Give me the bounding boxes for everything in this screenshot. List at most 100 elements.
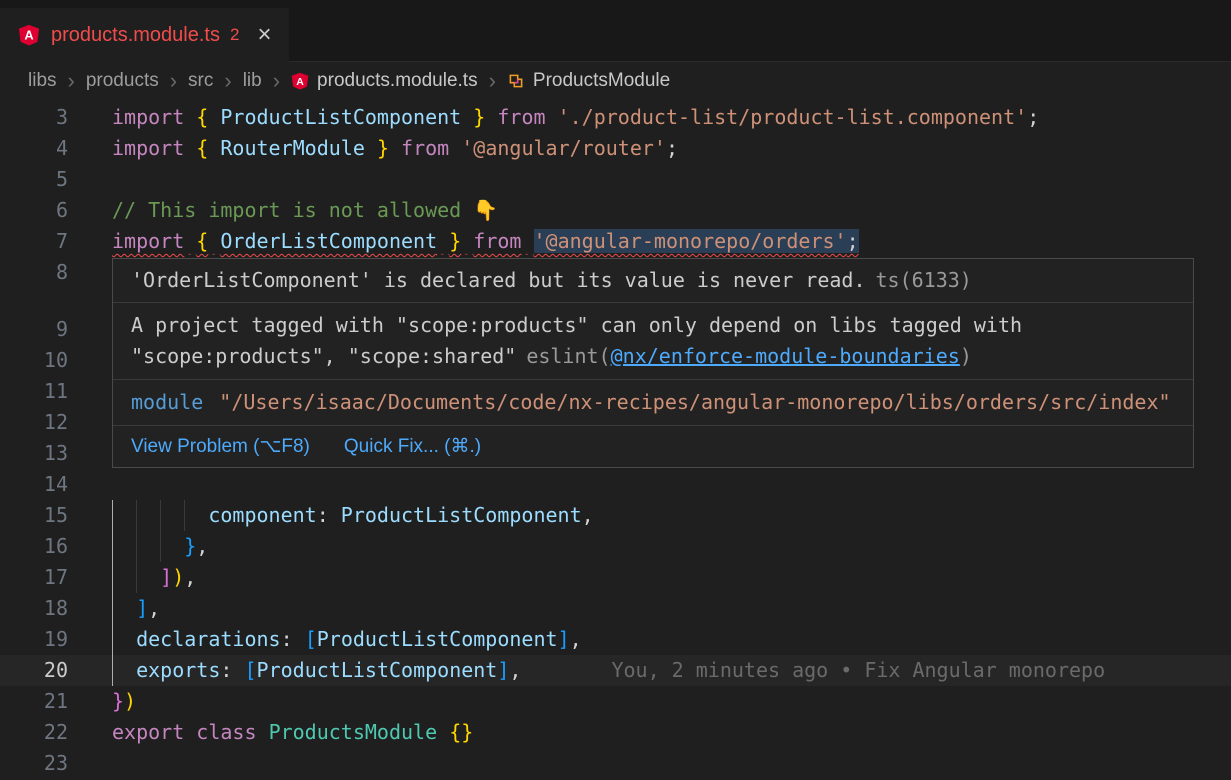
breadcrumb-item-products[interactable]: products xyxy=(86,70,159,92)
code-line[interactable]: 5 xyxy=(0,164,1231,195)
code-line[interactable]: 15 component: ProductListComponent, xyxy=(0,500,1231,531)
line-number[interactable]: 20 xyxy=(0,655,68,686)
line-number[interactable]: 22 xyxy=(0,717,68,748)
code-token: ) xyxy=(124,689,136,713)
code-token: , xyxy=(582,503,594,527)
indent-guide xyxy=(136,500,137,531)
line-number[interactable]: 13 xyxy=(0,438,68,469)
line-number[interactable]: 19 xyxy=(0,624,68,655)
line-number[interactable]: 21 xyxy=(0,686,68,717)
code-line[interactable]: 22export class ProductsModule {} xyxy=(0,717,1231,748)
chevron-right-icon: › xyxy=(224,70,231,92)
code-token: class xyxy=(196,720,256,744)
indent-guide xyxy=(112,531,113,562)
angular-icon: A xyxy=(18,24,40,46)
code-line[interactable]: 14 xyxy=(0,469,1231,500)
code-token: } xyxy=(184,534,196,558)
code-token: from xyxy=(497,105,545,129)
line-number[interactable]: 17 xyxy=(0,562,68,593)
code-token: ProductListComponent xyxy=(257,658,498,682)
code-token: from xyxy=(401,136,449,160)
breadcrumb-item-lib[interactable]: lib xyxy=(243,70,262,92)
code-line[interactable]: 7import { OrderListComponent } from '@an… xyxy=(0,226,1231,257)
module-info: module "/Users/isaac/Documents/code/nx-r… xyxy=(113,380,1193,426)
line-number[interactable]: 9 xyxy=(0,314,68,345)
code-token: 👇 xyxy=(473,198,498,222)
code-line-content: }, xyxy=(68,531,1231,562)
code-line-content: }) xyxy=(68,686,1231,717)
code-token: } xyxy=(377,136,389,160)
code-token xyxy=(112,596,136,620)
line-number[interactable]: 11 xyxy=(0,376,68,407)
code-line[interactable]: 16 }, xyxy=(0,531,1231,562)
breadcrumb-label: products xyxy=(86,70,159,92)
line-number[interactable]: 10 xyxy=(0,345,68,376)
hover-diagnostics-popup: 'OrderListComponent' is declared but its… xyxy=(112,258,1194,468)
line-number[interactable]: 14 xyxy=(0,469,68,500)
code-line[interactable]: 21}) xyxy=(0,686,1231,717)
line-number[interactable]: 3 xyxy=(0,102,68,133)
line-number[interactable]: 4 xyxy=(0,133,68,164)
hover-actions: View Problem (⌥F8) Quick Fix... (⌘.) xyxy=(113,426,1193,467)
code-line-content: import { ProductListComponent } from './… xyxy=(68,102,1231,133)
code-token: } xyxy=(473,105,485,129)
chevron-right-icon: › xyxy=(489,70,496,92)
code-token: { xyxy=(196,229,208,253)
line-number[interactable]: 8 xyxy=(0,257,68,288)
breadcrumb-item-symbol[interactable]: ProductsModule xyxy=(507,70,670,92)
code-token: ProductListComponent xyxy=(341,503,582,527)
code-token: { xyxy=(196,136,208,160)
eslint-source-suffix: ) xyxy=(960,344,972,368)
code-token: ] xyxy=(160,565,172,589)
code-line[interactable]: 17 ]), xyxy=(0,562,1231,593)
symbol-class-icon xyxy=(507,72,525,90)
eslint-diagnostic: A project tagged with "scope:products" c… xyxy=(113,303,1193,380)
code-line[interactable]: 19 declarations: [ProductListComponent], xyxy=(0,624,1231,655)
eslint-rule-link[interactable]: @nx/enforce-module-boundaries xyxy=(611,344,960,368)
line-number[interactable]: 12 xyxy=(0,407,68,438)
breadcrumb-label: products.module.ts xyxy=(317,70,478,92)
line-number[interactable]: 23 xyxy=(0,748,68,779)
chevron-right-icon: › xyxy=(273,70,280,92)
code-token xyxy=(112,658,136,682)
code-token: ] xyxy=(136,596,148,620)
code-token: , xyxy=(184,565,196,589)
quick-fix-action[interactable]: Quick Fix... (⌘.) xyxy=(344,431,481,462)
breadcrumb-item-file[interactable]: A products.module.ts xyxy=(291,70,478,92)
line-number[interactable]: 7 xyxy=(0,226,68,257)
code-token: : xyxy=(317,503,341,527)
code-token: RouterModule xyxy=(220,136,365,160)
code-token xyxy=(485,105,497,129)
code-line[interactable]: 3import { ProductListComponent } from '.… xyxy=(0,102,1231,133)
code-line[interactable]: 4import { RouterModule } from '@angular/… xyxy=(0,133,1231,164)
code-line[interactable]: 23 xyxy=(0,748,1231,779)
code-token: , xyxy=(196,534,208,558)
line-number[interactable]: 6 xyxy=(0,195,68,226)
code-line[interactable]: 6 // This import is not allowed 👇 xyxy=(0,195,1231,226)
line-number[interactable]: 18 xyxy=(0,593,68,624)
code-token: OrderListComponent xyxy=(220,229,437,253)
ts-diagnostic-message: 'OrderListComponent' is declared but its… xyxy=(131,268,866,292)
code-line[interactable]: 20 exports: [ProductListComponent],You, … xyxy=(0,655,1231,686)
line-number[interactable]: 16 xyxy=(0,531,68,562)
angular-icon: A xyxy=(291,72,309,90)
code-token xyxy=(112,627,136,651)
code-line-content xyxy=(68,748,1231,779)
view-problem-action[interactable]: View Problem (⌥F8) xyxy=(131,431,310,462)
line-number[interactable]: 15 xyxy=(0,500,68,531)
breadcrumb-item-libs[interactable]: libs xyxy=(28,70,57,92)
editor-tab[interactable]: A products.module.ts 2 × xyxy=(0,8,289,62)
close-icon[interactable]: × xyxy=(257,23,271,47)
line-number[interactable]: 5 xyxy=(0,164,68,195)
code-token: { xyxy=(196,105,208,129)
code-line[interactable]: 18 ], xyxy=(0,593,1231,624)
indent-guide xyxy=(112,655,113,686)
code-token: from xyxy=(473,229,521,253)
code-line-content: import { RouterModule } from '@angular/r… xyxy=(68,133,1231,164)
code-token: exports xyxy=(136,658,220,682)
code-token xyxy=(437,720,449,744)
code-token: : xyxy=(220,658,244,682)
breadcrumb-label: libs xyxy=(28,70,57,92)
code-token: // This import is not allowed xyxy=(112,198,473,222)
breadcrumb-item-src[interactable]: src xyxy=(188,70,213,92)
